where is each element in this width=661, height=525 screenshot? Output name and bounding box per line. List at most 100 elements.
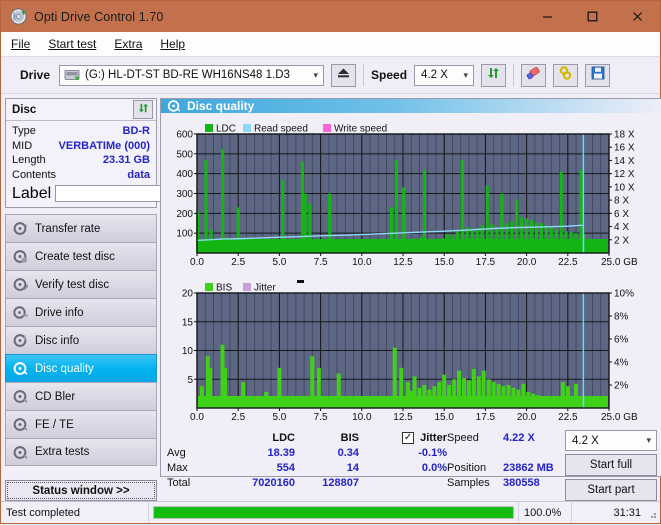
drive-select[interactable]: (G:) HL-DT-ST BD-RE WH16NS48 1.D3 ▾ — [59, 64, 325, 86]
menu-item-extra[interactable]: Extra — [114, 37, 142, 51]
disc-row-mid-value: VERBATIMe (000) — [58, 139, 150, 152]
maximize-icon[interactable] — [570, 1, 615, 32]
close-icon[interactable] — [615, 1, 660, 32]
disc-row-mid: MID VERBATIMe (000) — [12, 139, 150, 154]
minimize-icon[interactable] — [525, 1, 570, 32]
menu-help-label: Help — [160, 37, 186, 51]
samples-label: Samples — [447, 476, 490, 489]
sidebar-item-drive-info[interactable]: Drive info — [5, 298, 157, 326]
sidebar-item-verify-test-disc[interactable]: Verify test disc — [5, 270, 157, 298]
svg-text:2 X: 2 X — [614, 235, 629, 246]
nav-list: Transfer rate Create test disc Verify te… — [5, 214, 157, 466]
disc-panel-header: Disc — [6, 99, 156, 121]
bind-button[interactable] — [553, 63, 579, 87]
table-row: Total 7020160 128807 — [167, 475, 447, 490]
svg-text:12.5: 12.5 — [393, 412, 413, 423]
chevron-down-icon: ▾ — [313, 69, 319, 80]
svg-text:Write speed: Write speed — [334, 124, 387, 135]
svg-text:20: 20 — [182, 289, 194, 300]
drive-icon — [64, 68, 81, 82]
svg-text:10%: 10% — [614, 289, 634, 300]
svg-text:16 X: 16 X — [614, 143, 635, 154]
stats-row-max-ldc: 554 — [276, 461, 295, 474]
sidebar-item-extra-tests[interactable]: Extra tests — [5, 438, 157, 466]
chevron-down-icon: ▾ — [463, 69, 469, 80]
sidebar-item-label: Drive info — [35, 306, 84, 319]
sidebar-item-label: Transfer rate — [35, 222, 101, 235]
sidebar-item-label: Verify test disc — [35, 278, 110, 291]
test-speed-select[interactable]: 4.2 X ▾ — [565, 430, 657, 451]
disc-quality-panel: Disc quality LDC Read speed Write speed 100… — [160, 98, 661, 501]
svg-text:2.5: 2.5 — [231, 257, 245, 268]
svg-text:7.5: 7.5 — [314, 257, 328, 268]
svg-text:20.0: 20.0 — [517, 412, 537, 423]
svg-text:22.5: 22.5 — [558, 257, 578, 268]
status-window-button[interactable]: Status window >> — [5, 480, 157, 501]
stats-header-row: LDC BIS ✓ Jitter — [167, 430, 447, 445]
disc-label-key: Label — [12, 184, 52, 202]
menu-item-start-test[interactable]: Start test — [48, 37, 96, 51]
stats-row-max-name: Max — [167, 461, 188, 474]
resize-grip-icon[interactable] — [646, 507, 658, 519]
disc-row-contents-value: data — [127, 168, 150, 181]
toolbar-divider-2 — [513, 64, 515, 86]
menu-extra-label: Extra — [114, 37, 143, 51]
start-full-button[interactable]: Start full — [565, 454, 657, 476]
speed-measure-value: 4.22 X — [503, 431, 535, 444]
title-bar: Opti Drive Control 1.70 — [1, 1, 660, 32]
save-button[interactable] — [585, 63, 611, 87]
chain-icon — [558, 65, 573, 85]
disc-bler-icon — [13, 389, 28, 404]
test-speed-value: 4.2 X — [572, 434, 599, 447]
svg-text:BIS: BIS — [216, 283, 232, 294]
drive-toolbar: Drive (G:) HL-DT-ST BD-RE WH16NS48 1.D3 … — [1, 57, 660, 94]
menu-bar: File Start test Extra Help — [1, 32, 660, 57]
svg-text:25.0 GB: 25.0 GB — [601, 412, 638, 423]
sidebar-item-cd-bler[interactable]: CD Bler — [5, 382, 157, 410]
sidebar-item-transfer-rate[interactable]: Transfer rate — [5, 214, 157, 242]
svg-text:Jitter: Jitter — [254, 283, 276, 294]
disc-transfer-icon — [13, 221, 28, 236]
refresh-button[interactable] — [481, 63, 507, 87]
eject-button[interactable] — [331, 63, 357, 87]
disc-row-contents-key: Contents — [12, 168, 57, 181]
bis-chart: BIS Jitter 5 10 15 20 2% 4% 6% 8% 10% 0.0 2.5 5.0 7.5 1… — [182, 280, 638, 423]
sidebar-item-label: Disc info — [35, 334, 80, 347]
speed-select[interactable]: 4.2 X ▾ — [414, 64, 475, 86]
svg-text:15.0: 15.0 — [434, 412, 454, 423]
svg-text:18 X: 18 X — [614, 130, 635, 141]
status-bar: Test completed 100.0% 31:31 — [1, 501, 660, 523]
disc-refresh-button[interactable] — [133, 100, 153, 119]
table-row: Avg 18.39 0.34 -0.1% — [167, 445, 447, 460]
disc-panel: Disc Type BD-R MID VERBATIMe (000) Lengt… — [5, 98, 259, 208]
sidebar-item-label: Create test disc — [35, 250, 115, 263]
svg-text:12 X: 12 X — [614, 169, 635, 180]
erase-button[interactable] — [521, 63, 547, 87]
svg-text:10.0: 10.0 — [352, 412, 372, 423]
disc-row-mid-key: MID — [12, 139, 33, 152]
svg-text:20.0: 20.0 — [517, 257, 537, 268]
elapsed-time: 31:31 — [613, 506, 641, 519]
sidebar-item-disc-quality[interactable]: Disc quality — [5, 354, 157, 382]
stats-row-avg-ldc: 18.39 — [267, 446, 295, 459]
disc-row-length-value: 23.31 GB — [102, 154, 150, 167]
disc-fete-icon — [13, 417, 28, 432]
jitter-checkbox[interactable]: ✓ — [402, 431, 415, 444]
svg-text:10.0: 10.0 — [352, 257, 372, 268]
svg-text:0.0: 0.0 — [190, 412, 204, 423]
position-label: Position — [447, 461, 487, 474]
eraser-icon — [526, 66, 542, 85]
disc-verify-icon — [13, 277, 29, 292]
sidebar-item-fe-te[interactable]: FE / TE — [5, 410, 157, 438]
disc-row-contents: Contents data — [12, 168, 150, 183]
menu-item-file[interactable]: File — [11, 37, 30, 51]
disc-info-icon — [13, 333, 28, 348]
stats-row-total-ldc: 7020160 — [252, 476, 295, 489]
disc-row-length: Length 23.31 GB — [12, 153, 150, 168]
sidebar-item-create-test-disc[interactable]: Create test disc — [5, 242, 157, 270]
sidebar-item-disc-info[interactable]: Disc info — [5, 326, 157, 354]
progress-area — [149, 502, 518, 523]
svg-text:25.0 GB: 25.0 GB — [601, 257, 638, 268]
start-part-button[interactable]: Start part — [565, 479, 657, 501]
menu-item-help[interactable]: Help — [160, 37, 185, 51]
